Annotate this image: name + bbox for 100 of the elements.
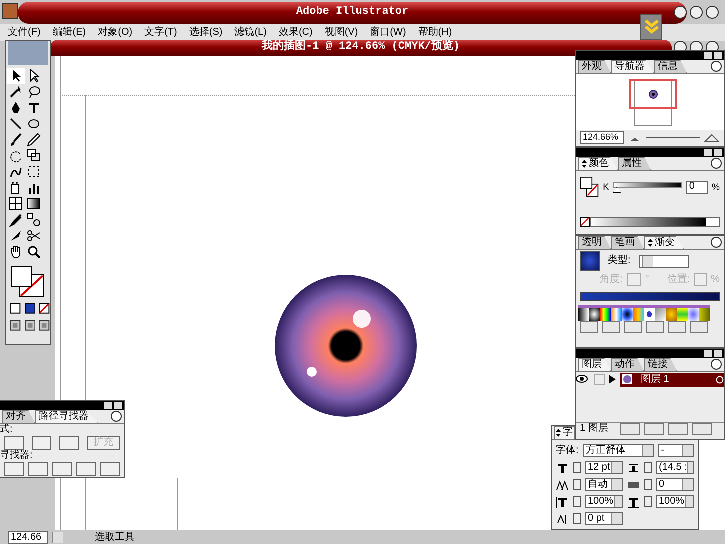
none-swatch-icon[interactable] bbox=[580, 217, 590, 227]
swatch[interactable] bbox=[611, 305, 622, 321]
color-ramp[interactable] bbox=[590, 217, 720, 227]
swatch[interactable] bbox=[578, 305, 589, 321]
panel-tab[interactable]: 外观 bbox=[578, 60, 611, 73]
menu-item[interactable]: 视图(V) bbox=[324, 26, 358, 38]
vertical-scale-field[interactable]: 100% bbox=[585, 495, 623, 508]
font-dropdown[interactable]: 方正舒体 bbox=[582, 444, 654, 457]
blend-tool-icon[interactable] bbox=[27, 213, 41, 227]
screen-mode-icon[interactable] bbox=[39, 320, 50, 331]
paintbrush-icon[interactable] bbox=[9, 133, 23, 147]
panel-tab[interactable]: 透明 bbox=[578, 236, 611, 249]
none-mode-icon[interactable] bbox=[39, 303, 50, 314]
menu-item[interactable]: 对象(O) bbox=[98, 26, 133, 38]
hand-icon[interactable] bbox=[9, 245, 23, 259]
style-dropdown[interactable]: - bbox=[658, 444, 694, 457]
new-sublayer-button[interactable] bbox=[620, 423, 640, 435]
warp-icon[interactable] bbox=[9, 165, 23, 179]
line-tool-icon[interactable] bbox=[9, 117, 23, 131]
stepper[interactable] bbox=[644, 496, 652, 507]
gradient-tool-icon[interactable] bbox=[27, 197, 41, 211]
gradient-swatch[interactable] bbox=[580, 251, 600, 271]
lock-toggle[interactable] bbox=[594, 374, 605, 385]
panel-tab[interactable]: 笔画 bbox=[611, 236, 644, 249]
panel-tab[interactable]: 图层 bbox=[578, 358, 611, 371]
swatch[interactable] bbox=[666, 305, 677, 321]
menu-item[interactable]: 帮助(H) bbox=[418, 26, 452, 38]
swatch[interactable] bbox=[655, 305, 666, 321]
layer-row[interactable]: 图层 1 bbox=[620, 372, 724, 386]
panel-tab[interactable]: 导航器 bbox=[611, 60, 654, 73]
view-box[interactable] bbox=[629, 79, 677, 109]
panel-tab[interactable]: 动作 bbox=[611, 358, 644, 371]
gradient-swatches-button[interactable] bbox=[624, 321, 642, 333]
app-icon[interactable] bbox=[2, 3, 18, 19]
swatch[interactable] bbox=[644, 305, 655, 321]
new-swatch-button[interactable] bbox=[668, 321, 686, 333]
stepper[interactable] bbox=[573, 513, 581, 524]
panel-tab[interactable]: 对齐 bbox=[2, 410, 35, 423]
expand-triangle-icon[interactable] bbox=[609, 375, 616, 384]
show-swatches-button[interactable] bbox=[602, 321, 620, 333]
swatch[interactable] bbox=[688, 305, 699, 321]
menu-item[interactable]: 文字(T) bbox=[144, 26, 178, 38]
panel-tab[interactable]: 路径寻找器 bbox=[35, 410, 98, 423]
scale-icon[interactable] bbox=[27, 149, 41, 163]
stepper[interactable] bbox=[573, 479, 581, 490]
close-button[interactable] bbox=[706, 6, 719, 19]
zoom-field[interactable]: 124.66% bbox=[580, 131, 624, 144]
menu-item[interactable]: 选择(S) bbox=[189, 26, 223, 38]
swatch[interactable] bbox=[589, 305, 600, 321]
type-tool-icon[interactable] bbox=[27, 101, 41, 115]
subtract-shape-button[interactable] bbox=[32, 436, 51, 450]
panel-tab[interactable]: 颜色 bbox=[578, 157, 618, 170]
screen-mode-icon[interactable] bbox=[24, 320, 36, 331]
swatch[interactable] bbox=[600, 305, 611, 321]
intersect-shape-button[interactable] bbox=[59, 436, 78, 450]
screen-mode-icon[interactable] bbox=[10, 320, 21, 331]
font-size-field[interactable]: 12 pt bbox=[585, 461, 623, 474]
panel-tab[interactable]: 信息 bbox=[654, 60, 687, 73]
pen-icon[interactable] bbox=[9, 101, 23, 115]
menu-item[interactable]: 滤镜(L) bbox=[234, 26, 267, 38]
stepper[interactable] bbox=[573, 462, 581, 473]
eyedropper-icon[interactable] bbox=[9, 213, 23, 227]
menu-item[interactable]: 文件(F) bbox=[8, 26, 41, 38]
horizontal-scale-field[interactable]: 100% bbox=[656, 495, 694, 508]
crop-button[interactable] bbox=[76, 462, 96, 476]
swatch[interactable] bbox=[699, 305, 710, 321]
color-mode-icon[interactable] bbox=[10, 303, 21, 314]
pattern-swatches-button[interactable] bbox=[646, 321, 664, 333]
panel-tab[interactable]: 属性 bbox=[618, 157, 651, 170]
mesh-tool-icon[interactable] bbox=[9, 197, 23, 211]
eye-icon[interactable] bbox=[576, 374, 588, 383]
location-field[interactable] bbox=[694, 273, 708, 286]
free-transform-icon[interactable] bbox=[27, 165, 41, 179]
graph-tool-icon[interactable] bbox=[27, 181, 41, 195]
leading-field[interactable]: (14.5 : bbox=[656, 461, 694, 474]
stepper[interactable] bbox=[573, 496, 581, 507]
baseline-shift-field[interactable]: 0 pt bbox=[585, 512, 623, 525]
swatch[interactable] bbox=[622, 305, 633, 321]
type-dropdown[interactable] bbox=[638, 254, 689, 268]
tracking-field[interactable]: 0 bbox=[656, 478, 694, 491]
maximize-button[interactable] bbox=[690, 6, 703, 19]
magic-wand-icon[interactable] bbox=[9, 85, 23, 99]
angle-field[interactable] bbox=[626, 273, 642, 286]
kerning-field[interactable]: 自动 bbox=[585, 478, 623, 491]
scissors-icon[interactable] bbox=[27, 229, 41, 243]
merge-button[interactable] bbox=[52, 462, 72, 476]
panel-menu-button[interactable] bbox=[711, 359, 722, 370]
fill-stroke-swatch[interactable] bbox=[11, 266, 45, 298]
swatch-library-button[interactable] bbox=[580, 321, 598, 333]
panel-tab[interactable]: 链接 bbox=[644, 358, 677, 371]
add-shape-button[interactable] bbox=[4, 436, 24, 450]
stepper[interactable] bbox=[644, 462, 652, 473]
lasso-icon[interactable] bbox=[27, 85, 41, 99]
panel-menu-button[interactable] bbox=[711, 237, 722, 248]
ellipse-tool-icon[interactable] bbox=[27, 117, 41, 131]
zoom-in-icon[interactable] bbox=[704, 132, 720, 142]
menu-item[interactable]: 窗口(W) bbox=[370, 26, 406, 38]
duplicate-layer-button[interactable] bbox=[668, 423, 688, 435]
delete-layer-button[interactable] bbox=[692, 423, 712, 435]
divide-button[interactable] bbox=[4, 462, 24, 476]
